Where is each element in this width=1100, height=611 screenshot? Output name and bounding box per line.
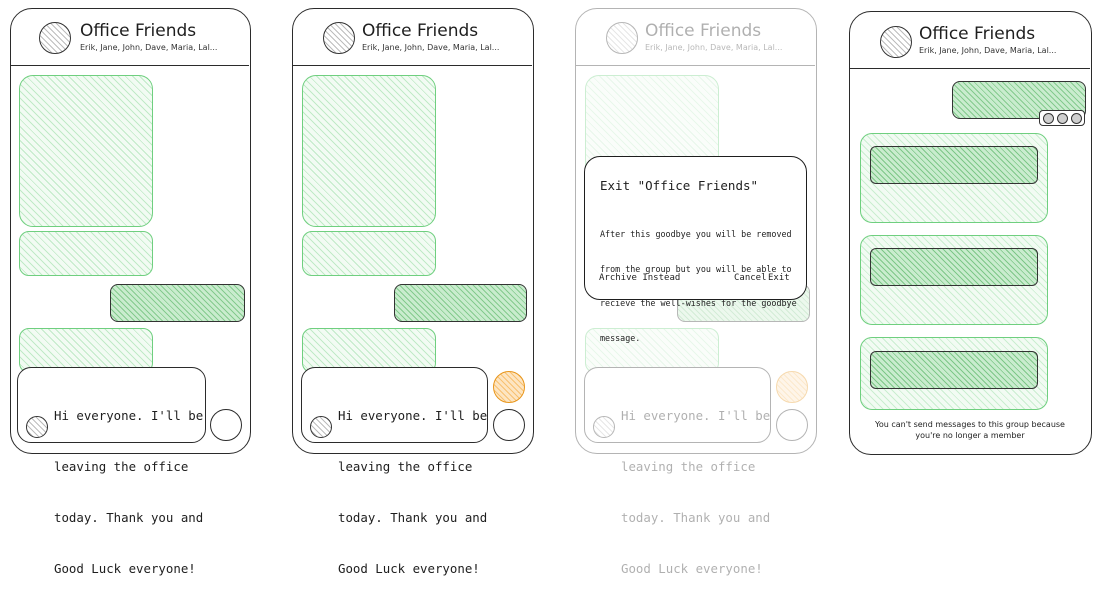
compose-text[interactable]: Hi everyone. I'll be leaving the office … — [54, 373, 203, 611]
leave-reaction-button[interactable] — [493, 371, 525, 403]
chat-members: Erik, Jane, John, Dave, Maria, Lal... — [80, 43, 218, 52]
compose-line: Good Luck everyone! — [338, 561, 480, 576]
dialog-body: After this goodbye you will be removed f… — [600, 206, 797, 367]
header-divider — [293, 65, 532, 66]
outgoing-message — [394, 284, 527, 322]
phone-screen-4: Office Friends Erik, Jane, John, Dave, M… — [849, 11, 1092, 455]
compose-box: Hi everyone. I'll be leaving the office … — [584, 367, 771, 576]
compose-box[interactable]: Hi everyone. I'll be leaving the office … — [301, 367, 488, 576]
outgoing-message — [110, 284, 245, 322]
group-avatar[interactable] — [323, 22, 355, 54]
well-wish-message — [870, 351, 1038, 389]
user-avatar — [310, 416, 332, 438]
compose-line: today. Thank you and — [621, 510, 771, 525]
compose-line: Hi everyone. I'll be — [338, 408, 488, 423]
well-wish-message — [870, 248, 1038, 286]
chat-title[interactable]: Office Friends — [919, 24, 1035, 44]
group-avatar[interactable] — [39, 22, 71, 54]
compose-line: Hi everyone. I'll be — [621, 408, 771, 423]
reaction-dot — [1043, 113, 1054, 124]
well-wish-card — [860, 235, 1048, 325]
phone-screen-1: Office Friends Erik, Jane, John, Dave, M… — [10, 8, 251, 576]
exit-group-dialog: Exit "Office Friends" After this goodbye… — [584, 156, 807, 343]
chat-title[interactable]: Office Friends — [362, 21, 478, 41]
dialog-title: Exit "Office Friends" — [600, 178, 759, 193]
phone-screen-2: Office Friends Erik, Jane, John, Dave, M… — [292, 8, 534, 576]
compose-line: today. Thank you and — [54, 510, 204, 525]
send-button[interactable] — [210, 409, 242, 441]
dialog-body-line: recieve the well-wishes for the goodbye — [600, 298, 797, 308]
exit-button[interactable]: Exit — [768, 273, 790, 283]
group-avatar — [606, 22, 638, 54]
chat-members: Erik, Jane, John, Dave, Maria, Lal... — [919, 46, 1057, 55]
send-button[interactable] — [493, 409, 525, 441]
cancel-button[interactable]: Cancel — [734, 273, 767, 283]
reaction-dot — [1057, 113, 1068, 124]
chat-members: Erik, Jane, John, Dave, Maria, Lal... — [362, 43, 500, 52]
incoming-message — [302, 231, 436, 276]
compose-line: Good Luck everyone! — [621, 561, 763, 576]
compose-text[interactable]: Hi everyone. I'll be leaving the office … — [338, 373, 487, 611]
incoming-message — [19, 75, 153, 227]
incoming-message — [19, 231, 153, 276]
compose-line: Hi everyone. I'll be — [54, 408, 204, 423]
compose-line: leaving the office — [338, 459, 473, 474]
chat-title: Office Friends — [645, 21, 762, 41]
compose-line: leaving the office — [621, 459, 756, 474]
compose-text: Hi everyone. I'll be leaving the office … — [621, 373, 770, 611]
header-divider — [850, 68, 1090, 69]
notice-line: you're no longer a member — [915, 430, 1025, 440]
user-avatar — [593, 416, 615, 438]
header-divider — [11, 65, 249, 66]
well-wish-card — [860, 337, 1048, 410]
send-button — [776, 409, 808, 441]
chat-title[interactable]: Office Friends — [80, 21, 196, 41]
chat-members: Erik, Jane, John, Dave, Maria, Lal... — [645, 43, 783, 52]
compose-line: leaving the office — [54, 459, 189, 474]
well-wish-card — [860, 133, 1048, 223]
user-avatar — [26, 416, 48, 438]
reaction-dot — [1071, 113, 1082, 124]
dialog-body-line: message. — [600, 332, 641, 343]
dialog-body-line: After this goodbye you will be removed — [600, 229, 792, 239]
leave-reaction-button — [776, 371, 808, 403]
not-a-member-notice: You can't send messages to this group be… — [850, 420, 1090, 441]
notice-line: You can't send messages to this group be… — [875, 420, 1065, 429]
compose-line: today. Thank you and — [338, 510, 488, 525]
reaction-indicator[interactable] — [1039, 110, 1085, 126]
compose-box[interactable]: Hi everyone. I'll be leaving the office … — [17, 367, 206, 576]
incoming-message — [302, 75, 436, 227]
group-avatar[interactable] — [880, 26, 912, 58]
header-divider — [576, 65, 815, 66]
compose-line: Good Luck everyone! — [54, 561, 196, 576]
archive-instead-button[interactable]: Archive Instead — [599, 273, 680, 283]
well-wish-message — [870, 146, 1038, 184]
